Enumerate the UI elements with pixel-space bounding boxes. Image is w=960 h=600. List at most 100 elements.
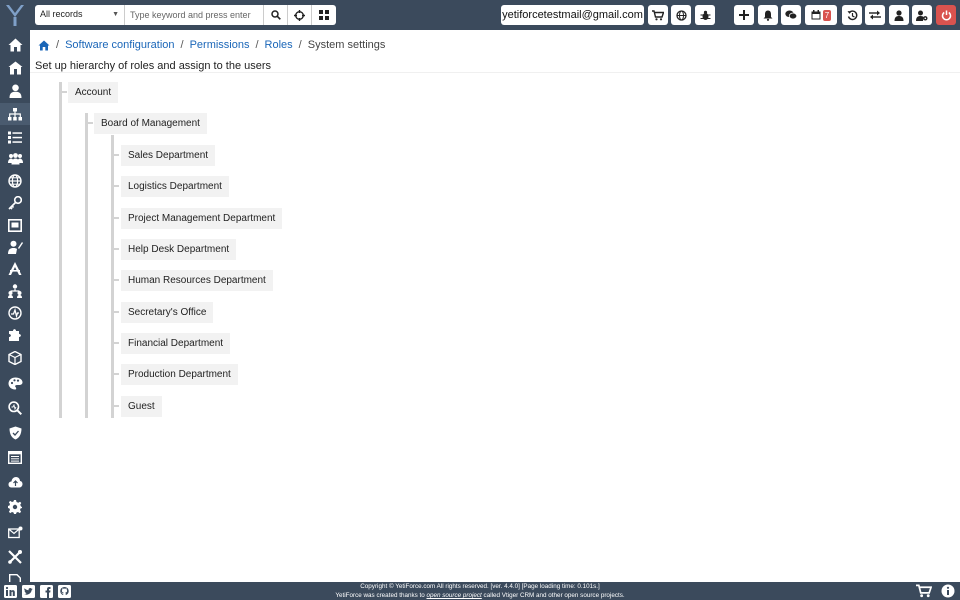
gear-icon xyxy=(8,500,22,514)
footer-line-1: Copyright © YetiForce.com All rights res… xyxy=(360,583,600,590)
sidebar-item-profiles[interactable] xyxy=(0,126,30,148)
activity-circle-icon xyxy=(8,306,22,320)
cart-icon xyxy=(916,584,932,598)
sidebar-item-org-chart[interactable] xyxy=(0,280,30,302)
palette-icon xyxy=(8,377,22,389)
history-button[interactable] xyxy=(842,5,862,25)
breadcrumb-current: System settings xyxy=(307,39,386,51)
role-node-financial-department[interactable]: Financial Department xyxy=(121,333,231,354)
tree-connector xyxy=(113,185,119,187)
sidebar-item-security[interactable] xyxy=(0,422,30,444)
breadcrumb: / Software configuration / Permissions /… xyxy=(38,38,385,52)
search-module-select[interactable]: All records ▼ xyxy=(35,5,125,25)
globe-icon xyxy=(675,9,687,21)
breadcrumb-permissions[interactable]: Permissions xyxy=(190,39,250,51)
breadcrumb-roles[interactable]: Roles xyxy=(265,39,293,51)
sidebar-item-activity[interactable] xyxy=(0,302,30,324)
role-node-production-department[interactable]: Production Department xyxy=(121,364,238,385)
chat-button[interactable] xyxy=(781,5,801,25)
document-icon xyxy=(9,574,21,582)
quick-create-button[interactable] xyxy=(734,5,754,25)
logout-button[interactable] xyxy=(936,5,956,25)
sidebar-item-tools[interactable] xyxy=(0,546,30,568)
footer-credit-text-end: called Vtiger CRM and other open source … xyxy=(481,592,625,599)
top-navbar: All records ▼ yetiforcetestmail@gmail.co… xyxy=(0,0,960,30)
notifications-button[interactable] xyxy=(758,5,778,25)
table-list-icon xyxy=(8,450,22,464)
cart-button[interactable] xyxy=(648,5,668,25)
info-icon xyxy=(941,584,955,598)
search-button[interactable] xyxy=(264,5,288,25)
breadcrumb-separator: / xyxy=(255,39,259,51)
sidebar-item-company[interactable] xyxy=(0,57,30,79)
users-group-icon xyxy=(7,153,23,165)
open-source-project-link[interactable]: open source project xyxy=(427,592,482,599)
global-search: All records ▼ xyxy=(35,5,336,25)
tree-line-level1 xyxy=(85,113,88,418)
tree-line-level2 xyxy=(111,135,114,418)
role-node-logistics-department[interactable]: Logistics Department xyxy=(121,176,229,197)
reminders-count-badge: 7 xyxy=(822,9,832,21)
sidebar-item-documents[interactable] xyxy=(0,570,30,582)
sidebar-item-layouts[interactable] xyxy=(0,372,30,394)
tree-connector xyxy=(87,122,93,124)
network-globe-icon xyxy=(8,174,22,188)
advanced-search-button[interactable] xyxy=(288,5,312,25)
role-node-account[interactable]: Account xyxy=(68,82,119,103)
bell-icon xyxy=(763,10,773,21)
sidebar-item-logs[interactable] xyxy=(0,446,30,468)
tree-connector xyxy=(113,311,119,313)
sidebar-item-groups[interactable] xyxy=(0,148,30,170)
sidebar-item-home[interactable] xyxy=(0,34,30,56)
breadcrumb-separator: / xyxy=(56,39,60,51)
key-icon xyxy=(8,196,22,210)
sidebar-item-auth[interactable] xyxy=(0,258,30,280)
breadcrumb-software-configuration[interactable]: Software configuration xyxy=(65,39,174,51)
report-bug-button[interactable] xyxy=(695,5,715,25)
sidebar-item-passwords[interactable] xyxy=(0,192,30,214)
hierarchy-icon xyxy=(8,107,22,120)
sidebar-item-mail[interactable] xyxy=(0,521,30,543)
language-button[interactable] xyxy=(671,5,691,25)
tree-connector xyxy=(113,248,119,250)
search-icon xyxy=(270,10,281,20)
cube-icon xyxy=(8,351,22,365)
sidebar-item-backup[interactable] xyxy=(0,471,30,493)
sidebar-item-roles[interactable] xyxy=(0,103,30,125)
info-button[interactable] xyxy=(940,584,956,598)
sidebar-item-widgets[interactable] xyxy=(0,347,30,369)
role-node-board-of-management[interactable]: Board of Management xyxy=(94,113,207,134)
tree-connector xyxy=(113,279,119,281)
role-node-secretarys-office[interactable]: Secretary's Office xyxy=(121,302,214,323)
sidebar-item-users[interactable] xyxy=(0,80,30,102)
search-module-select-value: All records xyxy=(40,9,83,19)
sidebar-item-login-history[interactable] xyxy=(0,214,30,236)
shop-button[interactable] xyxy=(916,584,932,598)
compass-icon xyxy=(8,262,22,275)
home-icon[interactable] xyxy=(38,40,50,51)
sidebar-item-sharing-rules[interactable] xyxy=(0,170,30,192)
plus-icon xyxy=(739,10,749,20)
search-input[interactable] xyxy=(125,5,264,25)
role-node-project-management-department[interactable]: Project Management Department xyxy=(121,208,283,229)
switch-user-button[interactable] xyxy=(865,5,885,25)
sidebar-item-modules[interactable] xyxy=(0,324,30,346)
user-settings-button[interactable] xyxy=(912,5,932,25)
user-edit-icon xyxy=(7,240,23,254)
reminders-button[interactable]: 7 xyxy=(805,5,837,25)
footer-line-2: YetiForce was created thanks to open sou… xyxy=(0,591,960,600)
yetiforce-logo[interactable] xyxy=(0,0,30,30)
search-grid-button[interactable] xyxy=(312,5,336,25)
users-hierarchy-icon xyxy=(8,284,22,298)
sidebar-item-system-settings[interactable] xyxy=(0,496,30,518)
role-node-guest[interactable]: Guest xyxy=(121,396,162,417)
sidebar-item-search[interactable] xyxy=(0,397,30,419)
user-profile-button[interactable] xyxy=(889,5,909,25)
role-node-sales-department[interactable]: Sales Department xyxy=(121,145,216,166)
main-sidebar xyxy=(0,30,30,582)
sidebar-item-user-fields[interactable] xyxy=(0,236,30,258)
user-email-button[interactable]: yetiforcetestmail@gmail.com xyxy=(501,5,644,25)
role-node-human-resources-department[interactable]: Human Resources Department xyxy=(121,270,273,291)
power-icon xyxy=(941,10,951,20)
role-node-help-desk-department[interactable]: Help Desk Department xyxy=(121,239,237,260)
